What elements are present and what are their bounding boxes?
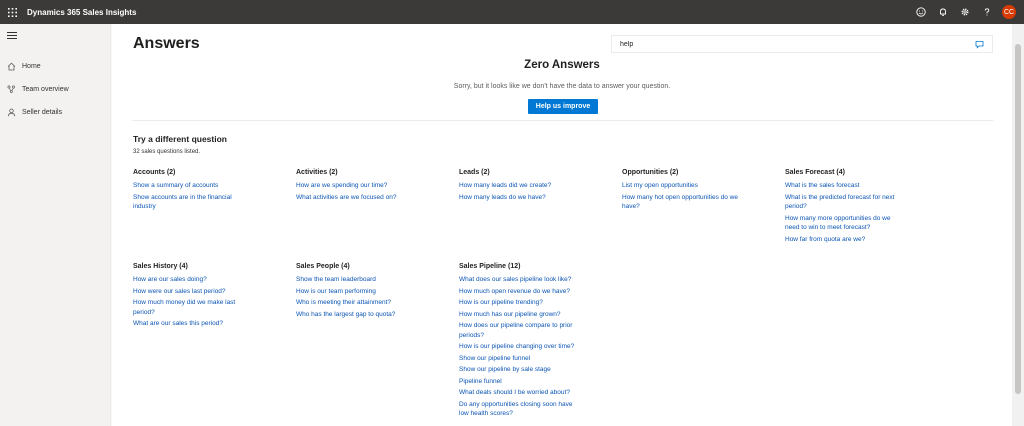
zero-answers-message: Sorry, but it looks like we don't have t…: [453, 83, 671, 90]
category-title: Sales Forecast (4): [785, 169, 845, 176]
suggestions-title: Try a different question: [133, 134, 227, 144]
question-link[interactable]: Show the team leaderboard: [296, 275, 416, 285]
category-title: Opportunities (2): [622, 169, 679, 176]
question-link[interactable]: How were our sales last period?: [133, 287, 253, 297]
category-title: Sales Pipeline (12): [459, 263, 521, 270]
question-link[interactable]: How much open revenue do we have?: [459, 287, 579, 297]
question-link[interactable]: What deals should I be worried about?: [459, 388, 579, 398]
sidebar-item-home[interactable]: Home: [0, 57, 111, 75]
question-link[interactable]: How far from quota are we?: [785, 235, 905, 245]
question-link[interactable]: Pipeline funnel: [459, 377, 579, 387]
avatar[interactable]: CC: [1002, 5, 1016, 19]
question-link[interactable]: Do any opportunities closing soon have l…: [459, 400, 579, 419]
help-us-improve-button[interactable]: Help us improve: [528, 99, 598, 114]
chat-icon[interactable]: [975, 40, 984, 51]
sidebar-item-team-overview[interactable]: Team overview: [0, 80, 111, 98]
suggestions-count: 32 sales questions listed.: [133, 149, 201, 155]
question-link[interactable]: How many hot open opportunities do we ha…: [622, 193, 742, 212]
app-title[interactable]: Dynamics 365 Sales Insights: [27, 8, 136, 17]
smiley-icon[interactable]: [910, 0, 932, 24]
search-box[interactable]: [611, 35, 993, 53]
question-link[interactable]: How many leads did we create?: [459, 181, 579, 191]
page-title: Answers: [133, 35, 200, 52]
sidebar: Home Team overview Seller details: [0, 24, 111, 426]
question-link[interactable]: What does our sales pipeline look like?: [459, 275, 579, 285]
question-link[interactable]: What activities are we focused on?: [296, 193, 416, 203]
question-link[interactable]: What is the predicted forecast for next …: [785, 193, 905, 212]
question-link[interactable]: How are our sales doing?: [133, 275, 253, 285]
category-title: Sales People (4): [296, 263, 350, 270]
divider: [132, 120, 993, 121]
hamburger-menu-icon[interactable]: [7, 32, 17, 41]
question-link[interactable]: How much money did we make last period?: [133, 298, 253, 317]
category-accounts: Accounts (2) Show a summary of accounts …: [133, 169, 251, 214]
scrollbar[interactable]: [1012, 24, 1024, 426]
question-link[interactable]: What is the sales forecast: [785, 181, 905, 191]
top-bar: Dynamics 365 Sales Insights CC: [0, 0, 1024, 24]
category-title: Sales History (4): [133, 263, 188, 270]
category-title: Activities (2): [296, 169, 338, 176]
person-icon: [0, 108, 22, 117]
question-link[interactable]: Who is meeting their attainment?: [296, 298, 416, 308]
app-launcher-icon[interactable]: [0, 0, 24, 24]
scrollbar-thumb[interactable]: [1015, 44, 1021, 394]
search-input[interactable]: [620, 40, 960, 48]
question-link[interactable]: How many leads do we have?: [459, 193, 579, 203]
category-title: Accounts (2): [133, 169, 176, 176]
category-sales-forecast: Sales Forecast (4) What is the sales for…: [785, 169, 905, 246]
question-link[interactable]: How many more opportunities do we need t…: [785, 214, 905, 233]
home-icon: [0, 62, 22, 71]
question-link[interactable]: How does our pipeline compare to prior p…: [459, 321, 579, 340]
gear-icon[interactable]: [954, 0, 976, 24]
question-link[interactable]: How is our pipeline changing over time?: [459, 342, 579, 352]
sidebar-item-label: Team overview: [22, 85, 69, 93]
question-link[interactable]: Show a summary of accounts: [133, 181, 251, 191]
question-link[interactable]: How is our team performing: [296, 287, 416, 297]
category-sales-history: Sales History (4) How are our sales doin…: [133, 263, 253, 331]
category-opportunities: Opportunities (2) List my open opportuni…: [622, 169, 742, 214]
question-link[interactable]: List my open opportunities: [622, 181, 742, 191]
question-link[interactable]: Who has the largest gap to quota?: [296, 310, 416, 320]
category-sales-pipeline: Sales Pipeline (12) What does our sales …: [459, 263, 579, 421]
bell-icon[interactable]: [932, 0, 954, 24]
question-link[interactable]: How much has our pipeline grown?: [459, 310, 579, 320]
category-title: Leads (2): [459, 169, 490, 176]
category-leads: Leads (2) How many leads did we create? …: [459, 169, 579, 204]
question-link[interactable]: How is our pipeline trending?: [459, 298, 579, 308]
question-link[interactable]: What are our sales this period?: [133, 319, 253, 329]
top-bar-actions: CC: [910, 0, 1016, 24]
question-link[interactable]: Show accounts are in the financial indus…: [133, 193, 251, 212]
sidebar-item-seller-details[interactable]: Seller details: [0, 103, 111, 121]
zero-answers-title: Zero Answers: [524, 59, 600, 71]
main-content: Answers Zero Answers Sorry, but it looks…: [112, 24, 1012, 426]
sidebar-item-label: Home: [22, 62, 41, 70]
category-sales-people: Sales People (4) Show the team leaderboa…: [296, 263, 416, 321]
sidebar-item-label: Seller details: [22, 108, 63, 116]
category-activities: Activities (2) How are we spending our t…: [296, 169, 416, 204]
question-link[interactable]: How are we spending our time?: [296, 181, 416, 191]
question-link[interactable]: Show our pipeline funnel: [459, 354, 579, 364]
help-icon[interactable]: [976, 0, 998, 24]
question-link[interactable]: Show our pipeline by sale stage: [459, 365, 579, 375]
team-icon: [0, 85, 22, 94]
